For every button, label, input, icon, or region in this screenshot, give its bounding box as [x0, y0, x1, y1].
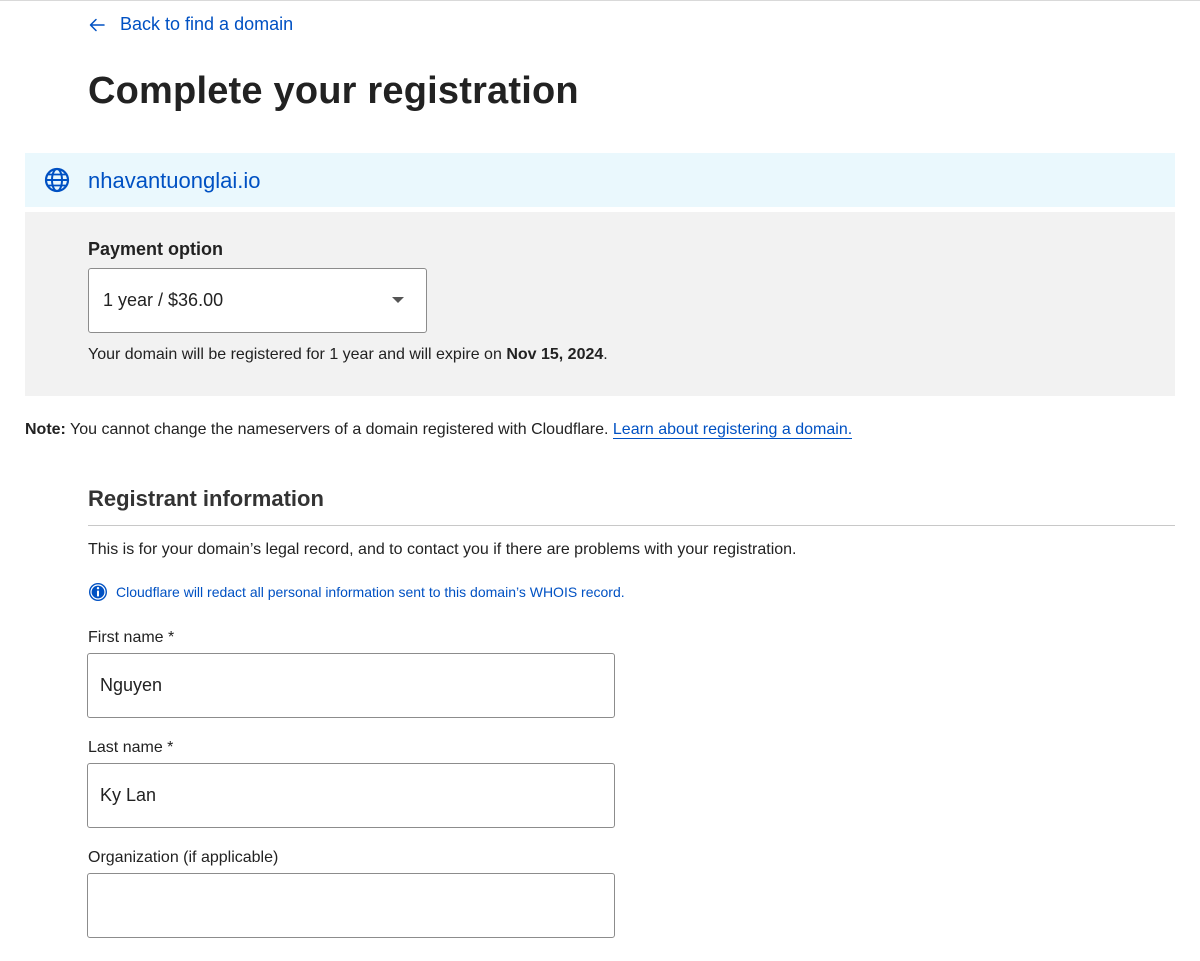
last-name-label: Last name * — [88, 739, 174, 756]
arrow-left-icon — [89, 18, 105, 31]
payment-panel: Payment option 1 year / $36.00 Your doma… — [25, 212, 1175, 396]
first-name-label: First name * — [88, 629, 175, 646]
globe-icon — [44, 167, 70, 193]
note-label: Note: — [25, 421, 66, 438]
organization-input[interactable] — [87, 873, 615, 938]
payment-option-value: 1 year / $36.00 — [103, 290, 224, 310]
section-divider — [88, 525, 1175, 526]
payment-option-select[interactable]: 1 year / $36.00 — [88, 268, 427, 333]
last-name-input[interactable] — [87, 763, 615, 828]
expiry-suffix: . — [603, 346, 608, 363]
registrant-section-title: Registrant information — [88, 486, 324, 511]
first-name-input[interactable] — [87, 653, 615, 718]
registrant-description: This is for your domain’s legal record, … — [88, 541, 797, 558]
caret-down-icon — [392, 297, 404, 303]
learn-registering-link[interactable]: Learn about registering a domain. — [612, 421, 853, 439]
note-text: You cannot change the nameservers of a d… — [65, 421, 613, 438]
back-link[interactable]: Back to find a domain — [88, 14, 293, 35]
top-divider — [0, 0, 1200, 1]
expiry-text: Your domain will be registered for 1 yea… — [88, 346, 608, 364]
domain-name: nhavantuonglai.io — [88, 168, 261, 193]
domain-banner: nhavantuonglai.io — [25, 153, 1175, 207]
info-icon — [89, 583, 107, 601]
expiry-date: Nov 15, 2024 — [506, 346, 604, 363]
whois-info-text: Cloudflare will redact all personal info… — [116, 584, 625, 600]
back-link-label[interactable]: Back to find a domain — [120, 14, 293, 35]
payment-option-label: Payment option — [88, 239, 224, 259]
nameserver-note: Note: You cannot change the nameservers … — [25, 421, 853, 439]
page-title: Complete your registration — [88, 70, 579, 112]
whois-info: Cloudflare will redact all personal info… — [88, 582, 625, 602]
expiry-prefix: Your domain will be registered for 1 yea… — [88, 346, 502, 363]
organization-label: Organization (if applicable) — [88, 849, 279, 866]
